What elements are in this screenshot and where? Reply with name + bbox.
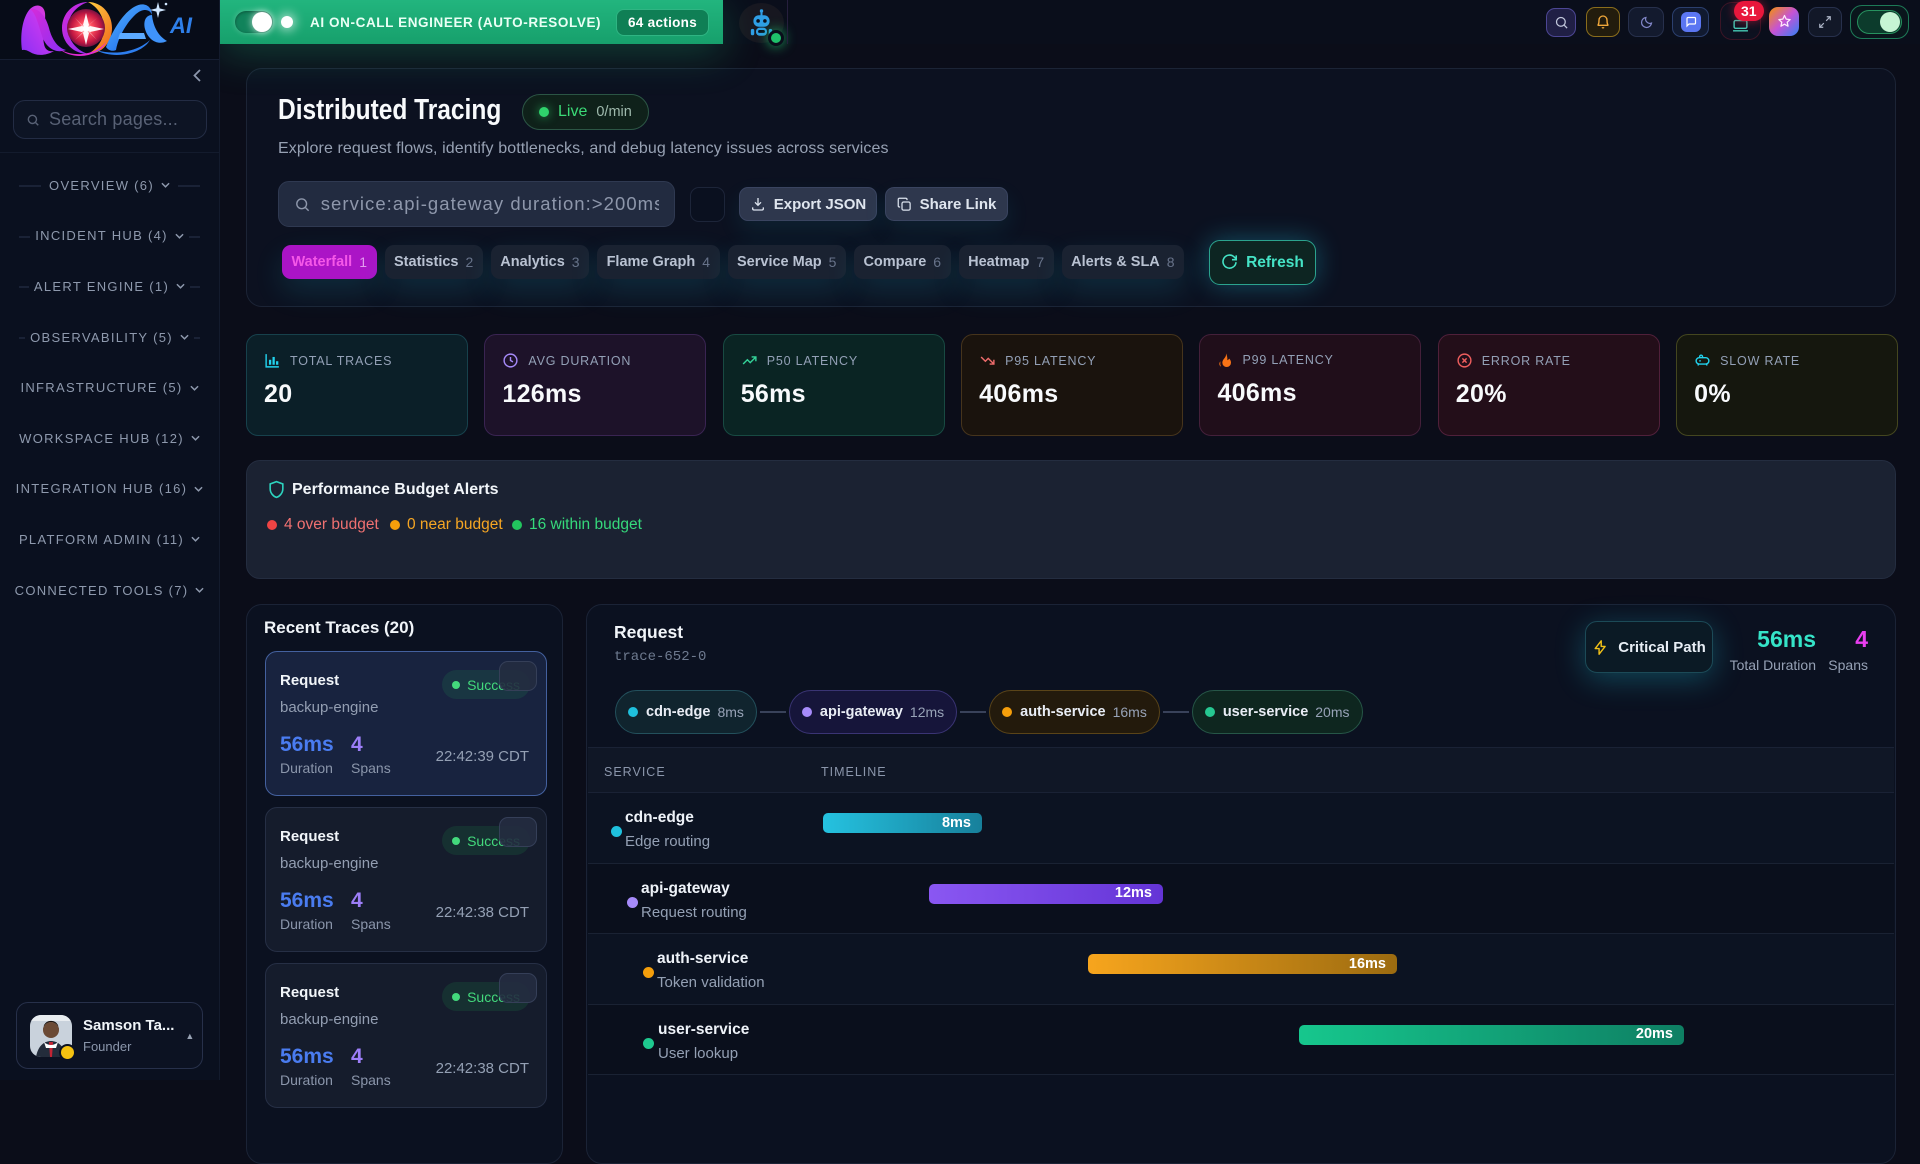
svg-text:AI: AI [169,13,193,38]
